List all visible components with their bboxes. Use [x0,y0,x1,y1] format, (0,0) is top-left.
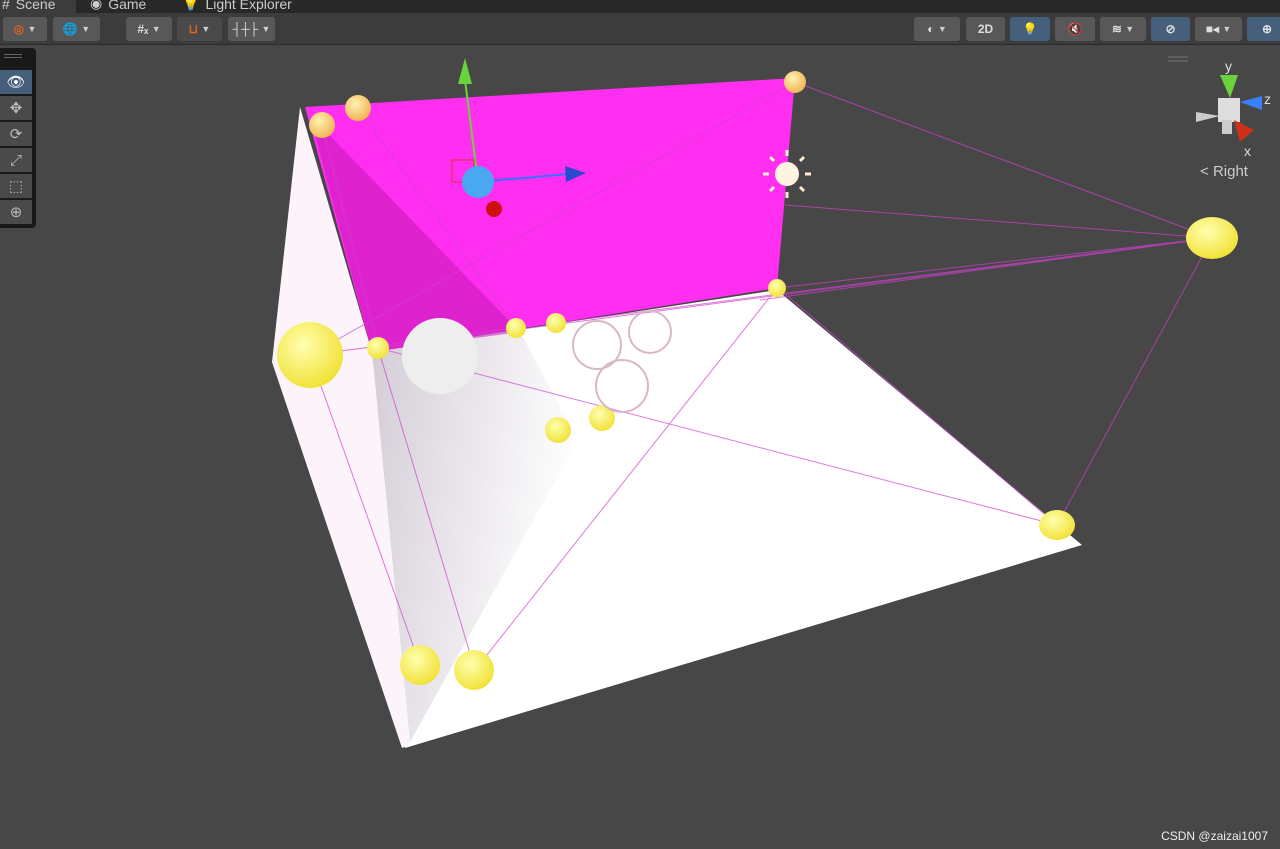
draw-mode-dropdown[interactable]: ◎ ▼ [3,17,47,41]
x-axis-handle [486,201,502,217]
transform-icon: ⊕ [9,204,23,221]
global-dropdown[interactable]: 🌐 ▼ [53,17,100,41]
reflection-sphere[interactable] [402,318,478,394]
2d-toggle[interactable]: 2D [966,17,1005,41]
probe [768,279,786,297]
gamepad-icon: ◉ [90,0,103,11]
lightbulb-icon: 💡 [1022,22,1038,36]
ruler-icon: ┤┼├ [232,22,259,36]
camera-dropdown[interactable]: ■◂ ▼ [1195,17,1242,41]
gizmo-icon: ⊕ [1261,22,1273,36]
probe [1039,510,1075,540]
probe [784,71,806,93]
scene-toolbar: ◎ ▼ 🌐 ▼ #ₓ ▼ ⊔ ▼ ┤┼├ ▼ ◐ ▼ 2D 💡 🔇 ≋ ▼ ⊘ … [0,13,1280,45]
tool-view[interactable]: 👁 [0,70,32,94]
shading-dropdown[interactable]: ◐ ▼ [914,17,960,41]
probe [277,322,343,388]
view-orientation-label[interactable]: < Right [1200,163,1248,180]
effects-dropdown[interactable]: ≋ ▼ [1100,17,1146,41]
tool-rotate[interactable]: ⟳ [0,122,32,146]
probe [309,112,335,138]
hash-icon: # [2,0,10,12]
rotate-icon: ⟳ [9,126,23,143]
probe [345,95,371,121]
gizmo-x-label: x [1244,143,1251,159]
probe [545,417,571,443]
probe [506,318,526,338]
tools-overlay: 👁 ✥ ⟳ ⤢ ⬚ ⊕ [0,48,36,228]
probe [546,313,566,333]
mute-icon: 🔇 [1067,22,1083,36]
grid-dropdown[interactable]: #ₓ ▼ [126,17,172,41]
snap-icon: ⊔ [188,22,199,36]
y-axis-arrow [458,58,472,84]
tool-transform[interactable]: ⊕ [0,200,32,224]
shading-icon: ◐ [927,22,935,36]
scale-icon: ⤢ [9,151,22,169]
tab-game[interactable]: ◉ Game [80,0,156,13]
grid-icon: #ₓ [137,22,149,36]
lighting-toggle[interactable]: 💡 [1010,17,1050,41]
increment-snap-dropdown[interactable]: ┤┼├ ▼ [228,17,275,41]
scene-tabs: # Scene ◉ Game 💡 Light Explorer [0,0,1280,13]
tab-light-explorer[interactable]: 💡 Light Explorer [172,0,302,13]
bulb-icon: 💡 [182,0,200,11]
snap-dropdown[interactable]: ⊔ ▼ [177,17,222,41]
move-icon: ✥ [9,100,23,117]
hidden-eye-icon: ⊘ [1165,22,1176,36]
tool-scale[interactable]: ⤢ [0,148,32,172]
chevron-left-icon: < [1200,163,1209,180]
watermark: CSDN @zaizai1007 [1161,829,1268,843]
gizmos-toggle[interactable]: ⊕ [1247,17,1280,41]
globe-icon: 🌐 [62,22,78,36]
audio-toggle[interactable]: 🔇 [1055,17,1095,41]
gizmo-y-label: y [1225,58,1232,74]
tool-move[interactable]: ✥ [0,96,32,120]
orientation-gizmo[interactable]: y z x [1168,56,1271,159]
tool-rect[interactable]: ⬚ [0,174,32,198]
layers-icon: ≋ [1111,22,1122,36]
probe [400,645,440,685]
camera-icon: ■◂ [1205,22,1219,36]
gizmo-z-label: z [1264,91,1271,107]
visibility-toggle[interactable]: ⊘ [1151,17,1190,41]
probe [454,650,494,690]
tab-scene[interactable]: # Scene [0,0,76,13]
draw-mode-icon: ◎ [13,22,25,36]
eye-icon: 👁 [6,74,26,91]
probe [367,337,389,359]
rect-icon: ⬚ [8,178,24,195]
probe [1186,217,1238,259]
drag-handle-icon[interactable] [4,54,22,58]
scene-viewport[interactable]: y z x [0,46,1280,849]
